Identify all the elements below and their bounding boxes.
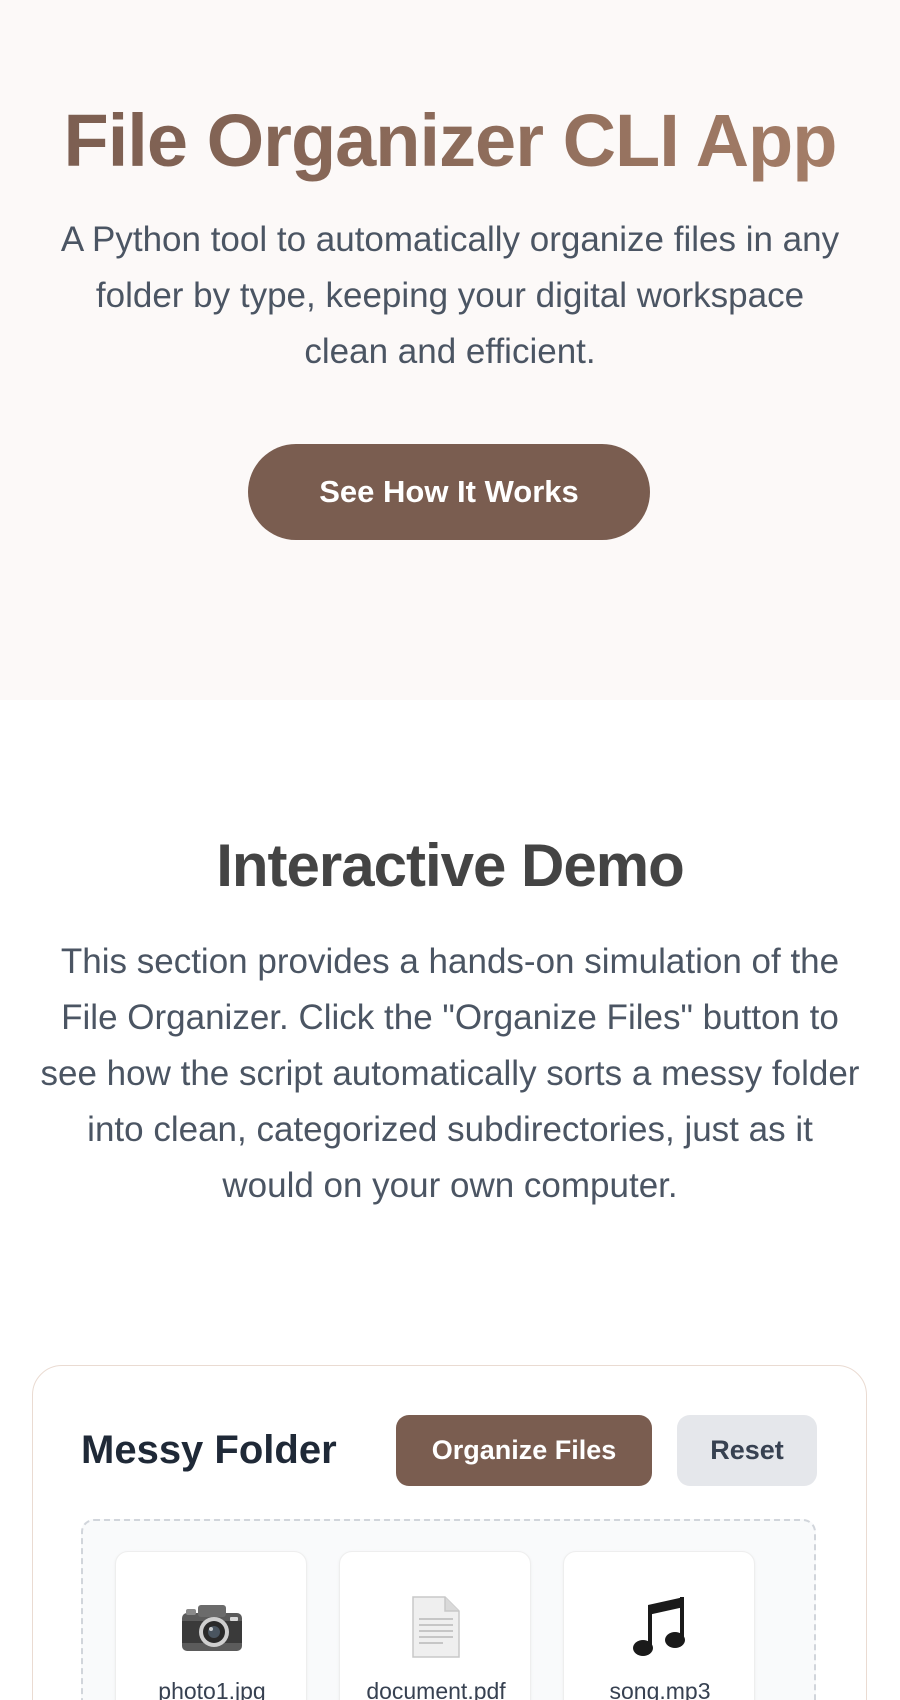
hero-title: File Organizer CLI App	[0, 96, 900, 186]
file-name: photo1.jpg	[158, 1678, 266, 1700]
file-card-song[interactable]: song.mp3	[563, 1551, 755, 1700]
document-icon	[340, 1594, 532, 1660]
see-how-it-works-button[interactable]: See How It Works	[248, 444, 650, 540]
file-name: document.pdf	[366, 1678, 506, 1700]
file-name: song.mp3	[609, 1678, 711, 1700]
demo-description: This section provides a hands-on simulat…	[40, 942, 860, 1205]
hero-subtitle: A Python tool to automatically organize …	[60, 220, 840, 371]
organize-files-button[interactable]: Organize Files	[396, 1415, 652, 1486]
music-note-icon	[564, 1594, 756, 1660]
reset-button[interactable]: Reset	[677, 1415, 817, 1486]
file-card-document[interactable]: document.pdf	[339, 1551, 531, 1700]
camera-icon	[116, 1594, 308, 1660]
folder-title: Messy Folder	[81, 1428, 337, 1472]
demo-title: Interactive Demo	[216, 832, 685, 899]
page: File Organizer CLI App A Python tool to …	[0, 0, 900, 1700]
file-card-photo[interactable]: photo1.jpg	[115, 1551, 307, 1700]
hero-section: File Organizer CLI App A Python tool to …	[0, 0, 900, 700]
